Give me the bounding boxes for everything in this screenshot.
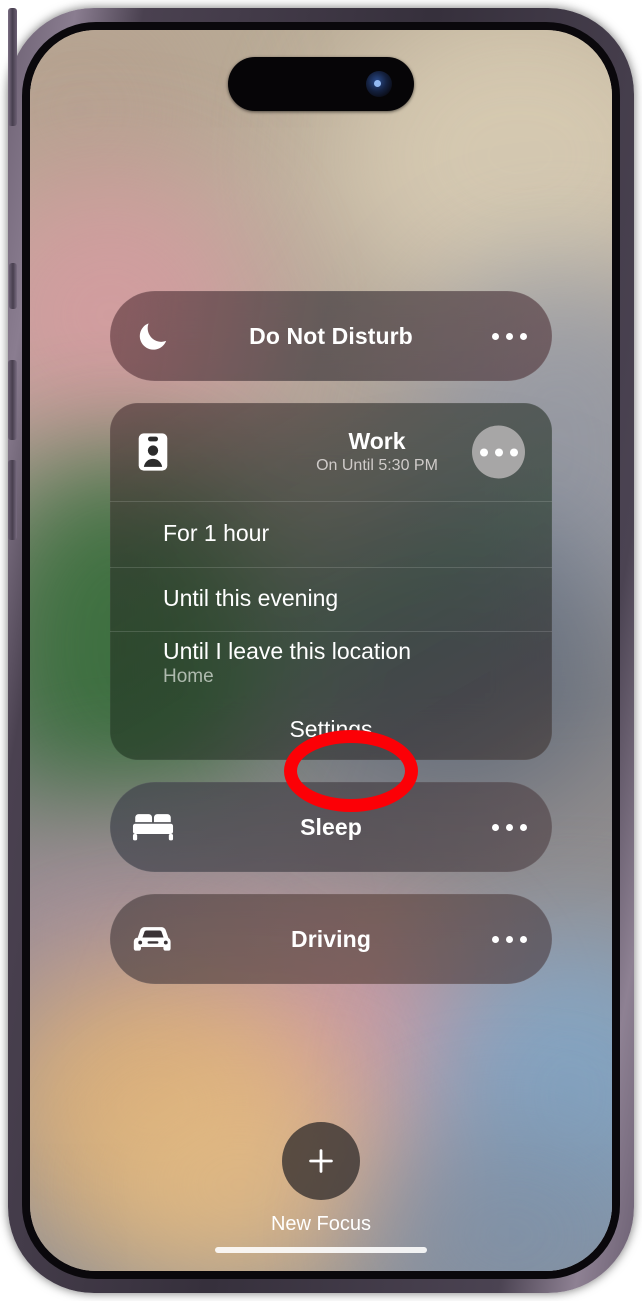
plus-icon (309, 1149, 333, 1173)
work-option-label: Until this evening (163, 585, 339, 612)
work-option-for-1-hour[interactable]: For 1 hour (110, 501, 552, 567)
ellipsis-icon[interactable] (466, 935, 552, 943)
ellipsis-dot (509, 448, 518, 456)
ellipsis-dot (505, 935, 513, 943)
ellipsis-dot (491, 823, 499, 831)
work-option-until-this-evening[interactable]: Until this evening (110, 567, 552, 631)
divider (110, 631, 552, 632)
ellipsis-icon[interactable] (466, 823, 552, 831)
focus-mode-list: Do Not Disturb Work On Until 5:30 PM For… (110, 291, 552, 1006)
new-focus-label: New Focus (270, 1213, 372, 1235)
bed-icon (110, 810, 196, 844)
new-focus-block: New Focus (30, 1122, 612, 1236)
ellipsis-dot (479, 448, 488, 456)
power-button[interactable] (8, 8, 17, 126)
work-option-location: Home (163, 666, 214, 688)
ellipsis-dot (505, 332, 513, 340)
focus-card-sleep[interactable]: Sleep (110, 782, 552, 872)
home-indicator[interactable] (215, 1247, 427, 1253)
work-settings-button[interactable]: Settings (110, 698, 552, 760)
divider (110, 567, 552, 568)
new-focus-button[interactable] (282, 1122, 360, 1200)
ellipsis-dot (519, 332, 527, 340)
focus-card-label: Sleep (300, 813, 362, 840)
ellipsis-icon[interactable] (472, 425, 525, 479)
ellipsis-dot (519, 935, 527, 943)
ellipsis-dot (505, 823, 513, 831)
dynamic-island[interactable] (228, 57, 414, 111)
id-badge-icon (110, 432, 196, 472)
ellipsis-dot (491, 332, 499, 340)
focus-card-work-header[interactable]: Work On Until 5:30 PM (110, 403, 552, 501)
ellipsis-dot (519, 823, 527, 831)
work-option-label: For 1 hour (163, 520, 270, 547)
divider (110, 501, 552, 502)
phone-frame: Do Not Disturb Work On Until 5:30 PM For… (8, 8, 634, 1293)
camera-glint (374, 80, 381, 87)
focus-card-do-not-disturb[interactable]: Do Not Disturb (110, 291, 552, 381)
work-settings-label: Settings (289, 715, 373, 742)
ellipsis-icon[interactable] (466, 332, 552, 340)
focus-card-driving[interactable]: Driving (110, 894, 552, 984)
focus-card-label: Driving (291, 925, 371, 952)
front-camera-icon (366, 71, 392, 97)
focus-card-label: Do Not Disturb (249, 322, 413, 349)
volume-up-button[interactable] (8, 360, 17, 440)
work-option-label: Until I leave this location (163, 637, 412, 664)
mute-switch[interactable] (9, 263, 17, 309)
car-icon (110, 923, 196, 955)
moon-icon (110, 317, 196, 355)
phone-screen: Do Not Disturb Work On Until 5:30 PM For… (30, 30, 612, 1271)
volume-down-button[interactable] (8, 460, 17, 540)
ellipsis-dot (494, 448, 503, 456)
focus-card-work[interactable]: Work On Until 5:30 PM For 1 hour Until t… (110, 403, 552, 760)
work-option-until-i-leave-this-location[interactable]: Until I leave this location Home (110, 631, 552, 698)
ellipsis-dot (491, 935, 499, 943)
